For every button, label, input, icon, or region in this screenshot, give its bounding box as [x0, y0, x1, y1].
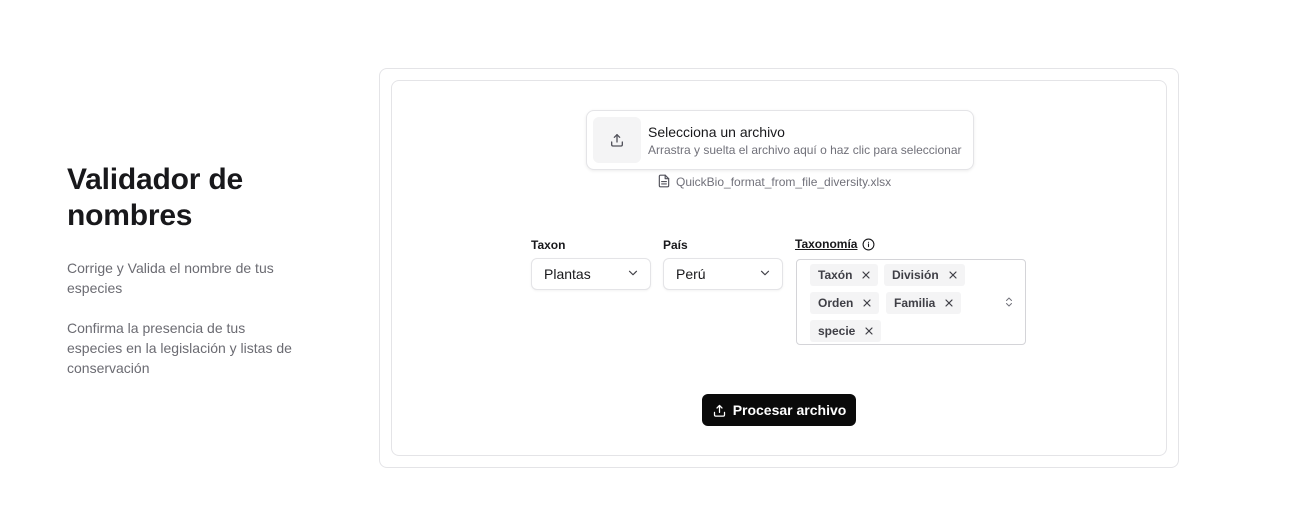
file-icon [657, 174, 671, 191]
chevrons-up-down-icon[interactable] [1003, 295, 1015, 314]
taxonomy-label-text: Taxonomía [795, 237, 858, 251]
selected-file: QuickBio_format_from_file_diversity.xlsx [657, 174, 891, 190]
country-select[interactable]: Perú [663, 258, 783, 290]
taxonomy-tag-label: Familia [894, 296, 936, 310]
selected-file-name: QuickBio_format_from_file_diversity.xlsx [676, 175, 892, 189]
taxonomy-tag-label: Orden [818, 296, 854, 310]
taxonomy-tag-label: División [892, 268, 939, 282]
taxon-select[interactable]: Plantas [531, 258, 651, 290]
taxonomy-label[interactable]: Taxonomía [795, 237, 875, 251]
intro-description-1: Corrige y Valida el nombre de tus especi… [67, 260, 274, 296]
process-file-label: Procesar archivo [732, 402, 847, 418]
upload-icon [712, 403, 727, 418]
close-icon[interactable] [861, 297, 873, 309]
country-label: País [663, 238, 688, 252]
taxonomy-tag-label: specie [818, 324, 856, 338]
chevron-down-icon [626, 266, 640, 283]
close-icon[interactable] [947, 269, 959, 281]
taxonomy-tag: Familia [886, 292, 962, 314]
upload-icon [593, 117, 641, 163]
upload-title: Selecciona un archivo [648, 124, 785, 140]
intro-description-2: Confirma la presencia de tus especies en… [67, 320, 292, 376]
file-upload-dropzone[interactable]: Selecciona un archivo Arrastra y suelta … [586, 110, 974, 170]
country-select-value: Perú [676, 266, 706, 282]
taxon-select-value: Plantas [544, 266, 591, 282]
close-icon[interactable] [863, 325, 875, 337]
taxonomy-multiselect[interactable]: Taxón División Orden Familia specie [796, 259, 1026, 345]
taxonomy-tag: División [884, 264, 965, 286]
taxonomy-tag: specie [810, 320, 882, 342]
upload-subtitle: Arrastra y suelta el archivo aquí o haz … [648, 143, 962, 157]
taxonomy-tag: Orden [810, 292, 880, 314]
validator-outer-card: Selecciona un archivo Arrastra y suelta … [379, 68, 1179, 468]
intro-section: Validador de nombres Corrige y Valida el… [67, 162, 307, 378]
taxonomy-tag-label: Taxón [818, 268, 853, 282]
process-file-button[interactable]: Procesar archivo [702, 394, 856, 426]
close-icon[interactable] [943, 297, 955, 309]
close-icon[interactable] [860, 269, 872, 281]
taxonomy-tag: Taxón [810, 264, 879, 286]
page-title: Validador de nombres [67, 163, 243, 232]
validator-form-card: Selecciona un archivo Arrastra y suelta … [391, 80, 1167, 456]
taxon-label: Taxon [531, 238, 566, 252]
info-icon[interactable] [862, 238, 875, 251]
chevron-down-icon [758, 266, 772, 283]
